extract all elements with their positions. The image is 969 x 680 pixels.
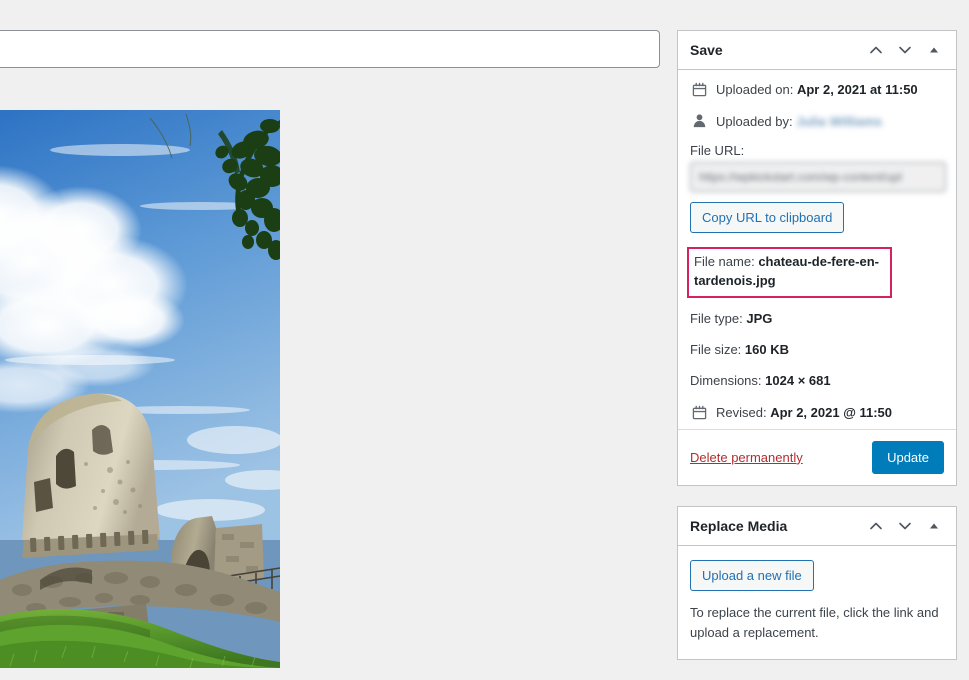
chevron-down-icon[interactable] bbox=[895, 516, 915, 536]
chevron-up-icon[interactable] bbox=[866, 516, 886, 536]
uploaded-by-text: Uploaded by: Julia Williams bbox=[716, 112, 944, 132]
editor-sidebar: Save Uploaded on: Apr 2, 2021 at 11:50 U… bbox=[677, 30, 957, 680]
file-url-group: File URL: bbox=[690, 143, 946, 192]
save-panel-footer: Delete permanently Update bbox=[678, 428, 956, 485]
uploaded-on-value: Apr 2, 2021 at 11:50 bbox=[796, 82, 918, 97]
file-size-value: 160 KB bbox=[744, 341, 789, 357]
revised-label: Revised: bbox=[716, 405, 767, 421]
update-button[interactable]: Update bbox=[872, 440, 944, 474]
file-url-label: File URL: bbox=[690, 143, 745, 158]
file-type-label: File type: bbox=[690, 310, 743, 326]
revised-row: Revised: Apr 2, 2021 @ 11:50 bbox=[690, 403, 944, 423]
upload-a-new-file-button[interactable]: Upload a new file bbox=[690, 559, 814, 591]
replace-media-panel-body: Upload a new file To replace the current… bbox=[678, 546, 956, 659]
copy-url-to-clipboard-button[interactable]: Copy URL to clipboard bbox=[690, 202, 845, 233]
editor-left-column bbox=[0, 0, 661, 668]
copy-url-button-wrap: Copy URL to clipboard bbox=[690, 202, 944, 233]
file-name-label: File name: bbox=[694, 254, 755, 269]
user-icon bbox=[690, 112, 708, 130]
replace-media-help-text: To replace the current file, click the l… bbox=[690, 604, 939, 640]
save-panel: Save Uploaded on: Apr 2, 2021 at 11:50 U… bbox=[677, 30, 957, 486]
replace-media-panel-title: Replace Media bbox=[690, 517, 788, 534]
dimensions-row: Dimensions: 1024 × 681 bbox=[690, 372, 944, 390]
uploaded-on-row: Uploaded on: Apr 2, 2021 at 11:50 bbox=[690, 80, 944, 100]
castle-tower bbox=[22, 393, 160, 558]
uploaded-by-label: Uploaded by: bbox=[716, 113, 793, 129]
calendar-icon bbox=[690, 403, 708, 421]
triangle-up-icon[interactable] bbox=[924, 40, 944, 60]
file-type-value: JPG bbox=[746, 310, 773, 326]
attachment-title-input[interactable] bbox=[0, 30, 660, 68]
chevron-down-icon[interactable] bbox=[895, 40, 915, 60]
save-panel-title: Save bbox=[690, 42, 723, 58]
file-type-row: File type: JPG bbox=[690, 310, 944, 328]
dimensions-label: Dimensions: bbox=[690, 373, 762, 389]
uploaded-by-value[interactable]: Julia Williams bbox=[796, 112, 882, 132]
file-size-label: File size: bbox=[690, 341, 742, 357]
attachment-image-preview bbox=[0, 110, 280, 668]
revised-value: Apr 2, 2021 @ 11:50 bbox=[770, 405, 893, 421]
dimensions-value: 1024 × 681 bbox=[765, 373, 831, 389]
chevron-up-icon[interactable] bbox=[866, 40, 886, 60]
save-panel-body: Uploaded on: Apr 2, 2021 at 11:50 Upload… bbox=[678, 70, 956, 423]
uploaded-on-text: Uploaded on: Apr 2, 2021 at 11:50 bbox=[716, 80, 944, 100]
revised-text: Revised: Apr 2, 2021 @ 11:50 bbox=[716, 403, 944, 423]
uploaded-by-row: Uploaded by: Julia Williams bbox=[690, 112, 944, 132]
file-size-row: File size: 160 KB bbox=[690, 341, 944, 359]
file-name-row: File name: chateau-de-fere-en-tardenois.… bbox=[687, 247, 892, 298]
save-panel-header: Save bbox=[678, 31, 956, 70]
replace-media-panel: Replace Media Upload a new file To repla… bbox=[677, 505, 957, 661]
calendar-icon bbox=[690, 80, 708, 98]
triangle-up-icon[interactable] bbox=[924, 516, 944, 536]
chateau-photo-svg bbox=[0, 110, 280, 668]
uploaded-on-label: Uploaded on: bbox=[716, 82, 794, 97]
replace-media-panel-header: Replace Media bbox=[678, 507, 956, 546]
replace-media-panel-controls bbox=[866, 516, 944, 536]
save-panel-controls bbox=[866, 40, 944, 60]
file-url-input[interactable] bbox=[690, 162, 946, 192]
delete-permanently-link[interactable]: Delete permanently bbox=[690, 450, 803, 465]
